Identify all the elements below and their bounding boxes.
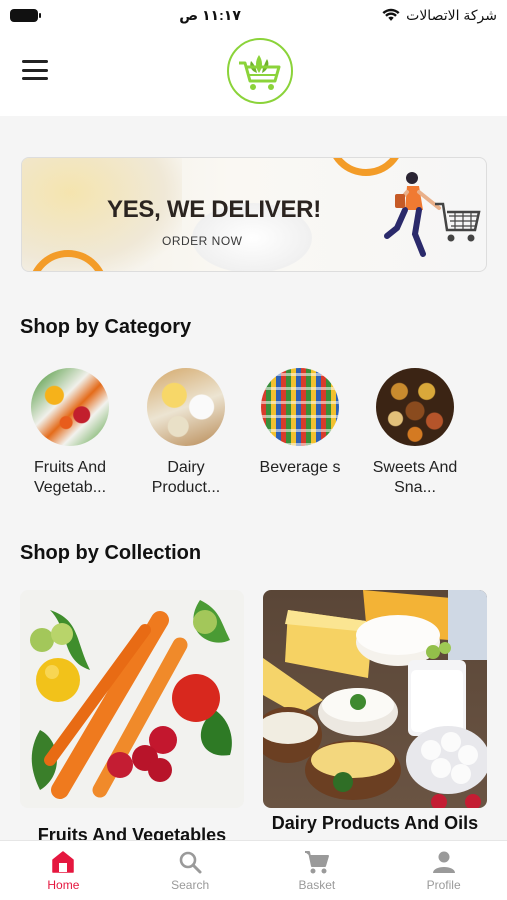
wifi-icon bbox=[382, 8, 400, 21]
carrier-name: شركة الاتصالات bbox=[406, 6, 497, 23]
category-section-title: Shop by Category bbox=[20, 316, 192, 338]
search-icon bbox=[179, 851, 202, 874]
bottom-navigation: Home Search Basket Profile bbox=[0, 840, 507, 900]
collection-section-title: Shop by Collection bbox=[20, 542, 202, 564]
nav-label: Home bbox=[47, 878, 80, 892]
category-image bbox=[261, 368, 339, 446]
nav-label: Profile bbox=[426, 878, 461, 892]
category-image bbox=[147, 368, 225, 446]
cart-icon bbox=[304, 851, 329, 874]
collection-label: Fruits And Vegetables bbox=[37, 825, 227, 840]
menu-icon[interactable] bbox=[22, 60, 48, 80]
home-icon bbox=[52, 851, 75, 873]
banner-title: YES, WE DELIVER! bbox=[107, 196, 321, 223]
nav-home[interactable]: Home bbox=[0, 841, 127, 900]
home-content[interactable]: YES, WE DELIVER! ORDER NOW Shop by Categ… bbox=[0, 116, 507, 840]
delivery-banner[interactable]: YES, WE DELIVER! ORDER NOW bbox=[21, 157, 487, 272]
collection-dairy-oils[interactable]: Dairy Products And Oils bbox=[263, 590, 487, 834]
person-icon bbox=[432, 851, 455, 873]
nav-label: Search bbox=[171, 878, 210, 892]
shopper-with-cart-illustration bbox=[384, 172, 481, 257]
nav-basket[interactable]: Basket bbox=[254, 841, 381, 900]
order-now-link[interactable]: ORDER NOW bbox=[162, 234, 243, 248]
status-bar: ١١:١٧ ص شركة الاتصالات bbox=[0, 0, 507, 30]
battery-icon bbox=[10, 8, 41, 22]
collection-image bbox=[263, 590, 487, 808]
nav-profile[interactable]: Profile bbox=[380, 841, 507, 900]
category-label: Fruits And Vegetab... bbox=[33, 459, 107, 496]
app-header bbox=[0, 30, 507, 116]
category-image bbox=[376, 368, 454, 446]
category-fruits-vegetables[interactable]: Fruits And Vegetab... bbox=[15, 368, 125, 498]
collection-label: Dairy Products And Oils bbox=[271, 813, 479, 833]
nav-label: Basket bbox=[298, 878, 336, 892]
category-image bbox=[31, 368, 109, 446]
category-dairy-products[interactable]: Dairy Product... bbox=[131, 368, 241, 498]
status-carrier-group: شركة الاتصالات bbox=[382, 7, 497, 24]
category-label: Beverage s bbox=[259, 459, 341, 476]
collection-image bbox=[20, 590, 244, 808]
category-beverages[interactable]: Beverage s bbox=[245, 368, 355, 498]
basket-logo-icon[interactable] bbox=[227, 38, 293, 104]
category-label: Dairy Product... bbox=[151, 459, 221, 496]
status-time: ١١:١٧ ص bbox=[179, 6, 241, 23]
category-label: Sweets And Sna... bbox=[372, 459, 458, 496]
category-sweets-snacks[interactable]: Sweets And Sna... bbox=[360, 368, 470, 498]
collection-fruits-vegetables[interactable]: Fruits And Vegetables bbox=[20, 590, 244, 840]
nav-search[interactable]: Search bbox=[127, 841, 254, 900]
